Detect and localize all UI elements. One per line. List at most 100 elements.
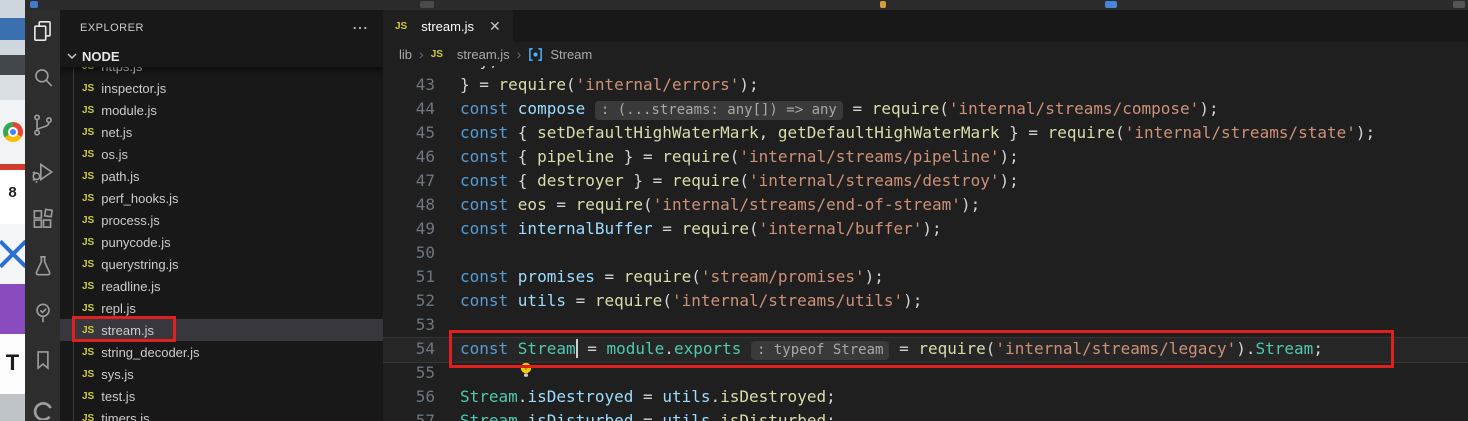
sidebar-item-test-js[interactable]: JS test.js bbox=[60, 385, 383, 407]
sidebar-item-string_decoder-js[interactable]: JSstring_decoder.js bbox=[60, 341, 383, 363]
top-edge-fragment bbox=[420, 1, 434, 8]
js-file-icon: JS bbox=[395, 21, 407, 32]
code-line-52[interactable]: 52const utils = require('internal/stream… bbox=[383, 289, 1468, 313]
run-debug-icon[interactable] bbox=[30, 159, 56, 185]
code-line-43[interactable]: 43} = require('internal/errors'); bbox=[383, 73, 1468, 97]
code-line-50[interactable]: 50 bbox=[383, 241, 1468, 265]
sidebar-item-net-js[interactable]: JSnet.js bbox=[60, 121, 383, 143]
sidebar-item-repl-js[interactable]: JS repl.js bbox=[60, 297, 383, 319]
line-content bbox=[435, 361, 460, 385]
more-actions-icon[interactable]: ⋯ bbox=[352, 18, 369, 38]
sidebar-item-querystring-js[interactable]: JSquerystring.js bbox=[60, 253, 383, 275]
code-line-57[interactable]: 57Stream.isDisturbed = utils.isDisturbed… bbox=[383, 409, 1468, 421]
code-line-47[interactable]: 47const { destroyer } = require('interna… bbox=[383, 169, 1468, 193]
sidebar-item-readline-js[interactable]: JSreadline.js bbox=[60, 275, 383, 297]
js-file-icon: JS bbox=[82, 281, 94, 292]
file-label: stream.js bbox=[101, 323, 154, 338]
breadcrumb-file[interactable]: stream.js bbox=[457, 47, 510, 62]
line-number: 44 bbox=[383, 97, 435, 121]
desktop-photo bbox=[0, 0, 25, 100]
code-line-44[interactable]: 44const compose : (...streams: any[]) =>… bbox=[383, 97, 1468, 121]
sidebar-item-stream-js[interactable]: JSstream.js bbox=[60, 319, 383, 341]
tree-check-icon[interactable] bbox=[30, 300, 56, 326]
js-file-icon: JS bbox=[82, 259, 94, 270]
file-label: test.js bbox=[101, 389, 135, 404]
inlay-hint: : typeof Stream bbox=[751, 341, 889, 360]
partial-letter-icon[interactable] bbox=[30, 394, 56, 420]
file-label: repl.js bbox=[101, 301, 136, 316]
beaker-icon[interactable] bbox=[30, 253, 56, 279]
sidebar-item-perf_hooks-js[interactable]: JS perf_hooks.js bbox=[60, 187, 383, 209]
js-file-icon: JS bbox=[82, 413, 94, 421]
tab-label: stream.js bbox=[421, 19, 474, 34]
line-content: Stream.isDestroyed = utils.isDestroyed; bbox=[435, 385, 836, 409]
sidebar-item-module-js[interactable]: JS module.js bbox=[60, 99, 383, 121]
breadcrumb-lib[interactable]: lib bbox=[399, 47, 412, 62]
code-line-53[interactable]: 53 bbox=[383, 313, 1468, 337]
file-label: process.js bbox=[101, 213, 160, 228]
code-line-55[interactable]: 55 bbox=[383, 361, 1468, 385]
letter-tile: T bbox=[0, 334, 25, 394]
sidebar-item-punycode-js[interactable]: JSpunycode.js bbox=[60, 231, 383, 253]
inlay-hint: : (...streams: any[]) => any bbox=[595, 101, 843, 120]
explorer-header: EXPLORER ⋯ bbox=[60, 10, 383, 45]
line-content: const { setDefaultHighWaterMark, getDefa… bbox=[435, 121, 1375, 145]
js-file-icon: JS bbox=[82, 369, 94, 380]
extensions-icon[interactable] bbox=[30, 206, 56, 232]
code-line-45[interactable]: 45const { setDefaultHighWaterMark, getDe… bbox=[383, 121, 1468, 145]
code-line-42[interactable]: 42 }, bbox=[383, 66, 1468, 73]
breadcrumb-separator: › bbox=[419, 46, 424, 62]
section-header-node[interactable]: NODE bbox=[60, 45, 383, 67]
file-label: punycode.js bbox=[101, 235, 170, 250]
code-line-49[interactable]: 49const internalBuffer = require('intern… bbox=[383, 217, 1468, 241]
sidebar-item-sys-js[interactable]: JSsys.js bbox=[60, 363, 383, 385]
line-content: } = require('internal/errors'); bbox=[435, 73, 759, 97]
section-title: NODE bbox=[82, 49, 120, 64]
top-edge-fragment bbox=[1105, 1, 1117, 8]
line-number: 47 bbox=[383, 169, 435, 193]
sidebar-item-path-js[interactable]: JSpath.js bbox=[60, 165, 383, 187]
top-edge-fragment bbox=[1453, 1, 1465, 8]
vscode-window: 8 T bbox=[0, 0, 1468, 421]
sidebar-item-inspector-js[interactable]: JSinspector.js bbox=[60, 77, 383, 99]
sidebar-item-os-js[interactable]: JSos.js bbox=[60, 143, 383, 165]
tab-stream-js[interactable]: JS stream.js ✕ bbox=[383, 10, 513, 42]
sidebar-item-timers-js[interactable]: JStimers.js bbox=[60, 407, 383, 421]
line-number: 50 bbox=[383, 241, 435, 265]
js-file-icon: JS bbox=[82, 105, 94, 116]
file-list: JShttps.jsJSinspector.jsJSmodule.jsJSnet… bbox=[60, 55, 383, 421]
sidebar-item-process-js[interactable]: JSprocess.js bbox=[60, 209, 383, 231]
line-content bbox=[435, 241, 460, 265]
line-content: }, bbox=[435, 66, 499, 73]
breadcrumb-separator: › bbox=[517, 46, 522, 62]
top-window-edge bbox=[25, 0, 1468, 10]
code-area[interactable]: 42 },43} = require('internal/errors');44… bbox=[383, 66, 1468, 421]
js-file-icon: JS bbox=[431, 49, 443, 60]
close-icon[interactable]: ✕ bbox=[489, 18, 501, 35]
code-lines: 42 },43} = require('internal/errors');44… bbox=[383, 66, 1468, 421]
file-label: perf_hooks.js bbox=[101, 191, 178, 206]
line-number: 45 bbox=[383, 121, 435, 145]
file-label: path.js bbox=[101, 169, 139, 184]
search-icon[interactable] bbox=[30, 65, 56, 91]
line-number: 55 bbox=[383, 361, 435, 385]
code-line-46[interactable]: 46const { pipeline } = require('internal… bbox=[383, 145, 1468, 169]
code-line-54[interactable]: 54const Stream = module.exports : typeof… bbox=[383, 337, 1468, 361]
js-file-icon: JS bbox=[82, 193, 94, 204]
code-line-56[interactable]: 56Stream.isDestroyed = utils.isDestroyed… bbox=[383, 385, 1468, 409]
breadcrumb-symbol[interactable]: Stream bbox=[550, 47, 592, 62]
source-control-icon[interactable] bbox=[30, 112, 56, 138]
bookmark-icon[interactable] bbox=[30, 347, 56, 373]
js-file-icon: JS bbox=[82, 303, 94, 314]
file-label: module.js bbox=[101, 103, 157, 118]
line-number: 56 bbox=[383, 385, 435, 409]
code-line-51[interactable]: 51const promises = require('stream/promi… bbox=[383, 265, 1468, 289]
code-line-48[interactable]: 48const eos = require('internal/streams/… bbox=[383, 193, 1468, 217]
line-number: 54 bbox=[383, 337, 435, 361]
top-edge-fragment bbox=[880, 1, 886, 8]
explorer-icon[interactable] bbox=[30, 18, 56, 44]
line-number: 42 bbox=[383, 66, 435, 73]
js-file-icon: JS bbox=[82, 391, 94, 402]
line-content: const { pipeline } = require('internal/s… bbox=[435, 145, 1019, 169]
file-label: string_decoder.js bbox=[101, 345, 199, 360]
